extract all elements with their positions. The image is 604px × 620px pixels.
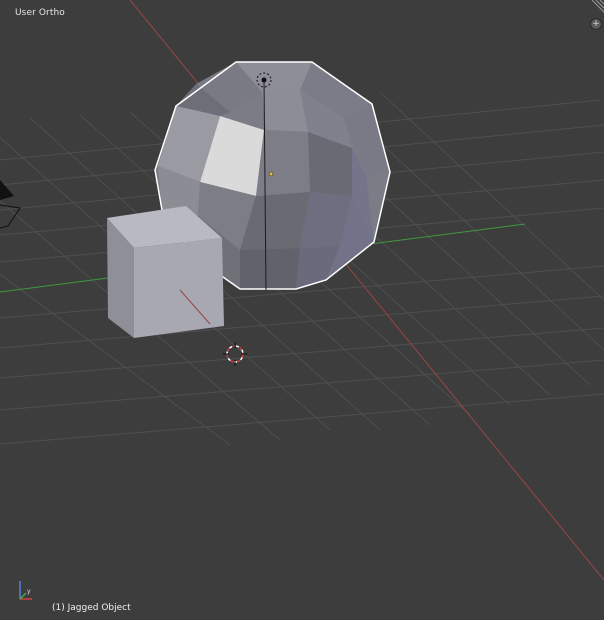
active-object-label: (1) Jagged Object (52, 603, 131, 613)
area-split-handle-icon[interactable] (590, 0, 604, 14)
cube-object[interactable] (107, 206, 224, 338)
object-origin (268, 171, 274, 177)
3d-cursor-icon[interactable] (223, 342, 247, 366)
axis-gizmo-icon: y (19, 581, 32, 600)
3d-viewport[interactable]: User Ortho + y (1) Jagged Object (0, 0, 604, 620)
properties-toggle-button[interactable]: + (590, 18, 602, 30)
view-name-label: User Ortho (15, 8, 65, 18)
scene-canvas[interactable] (0, 0, 604, 620)
gizmo-y-label: y (27, 588, 31, 595)
